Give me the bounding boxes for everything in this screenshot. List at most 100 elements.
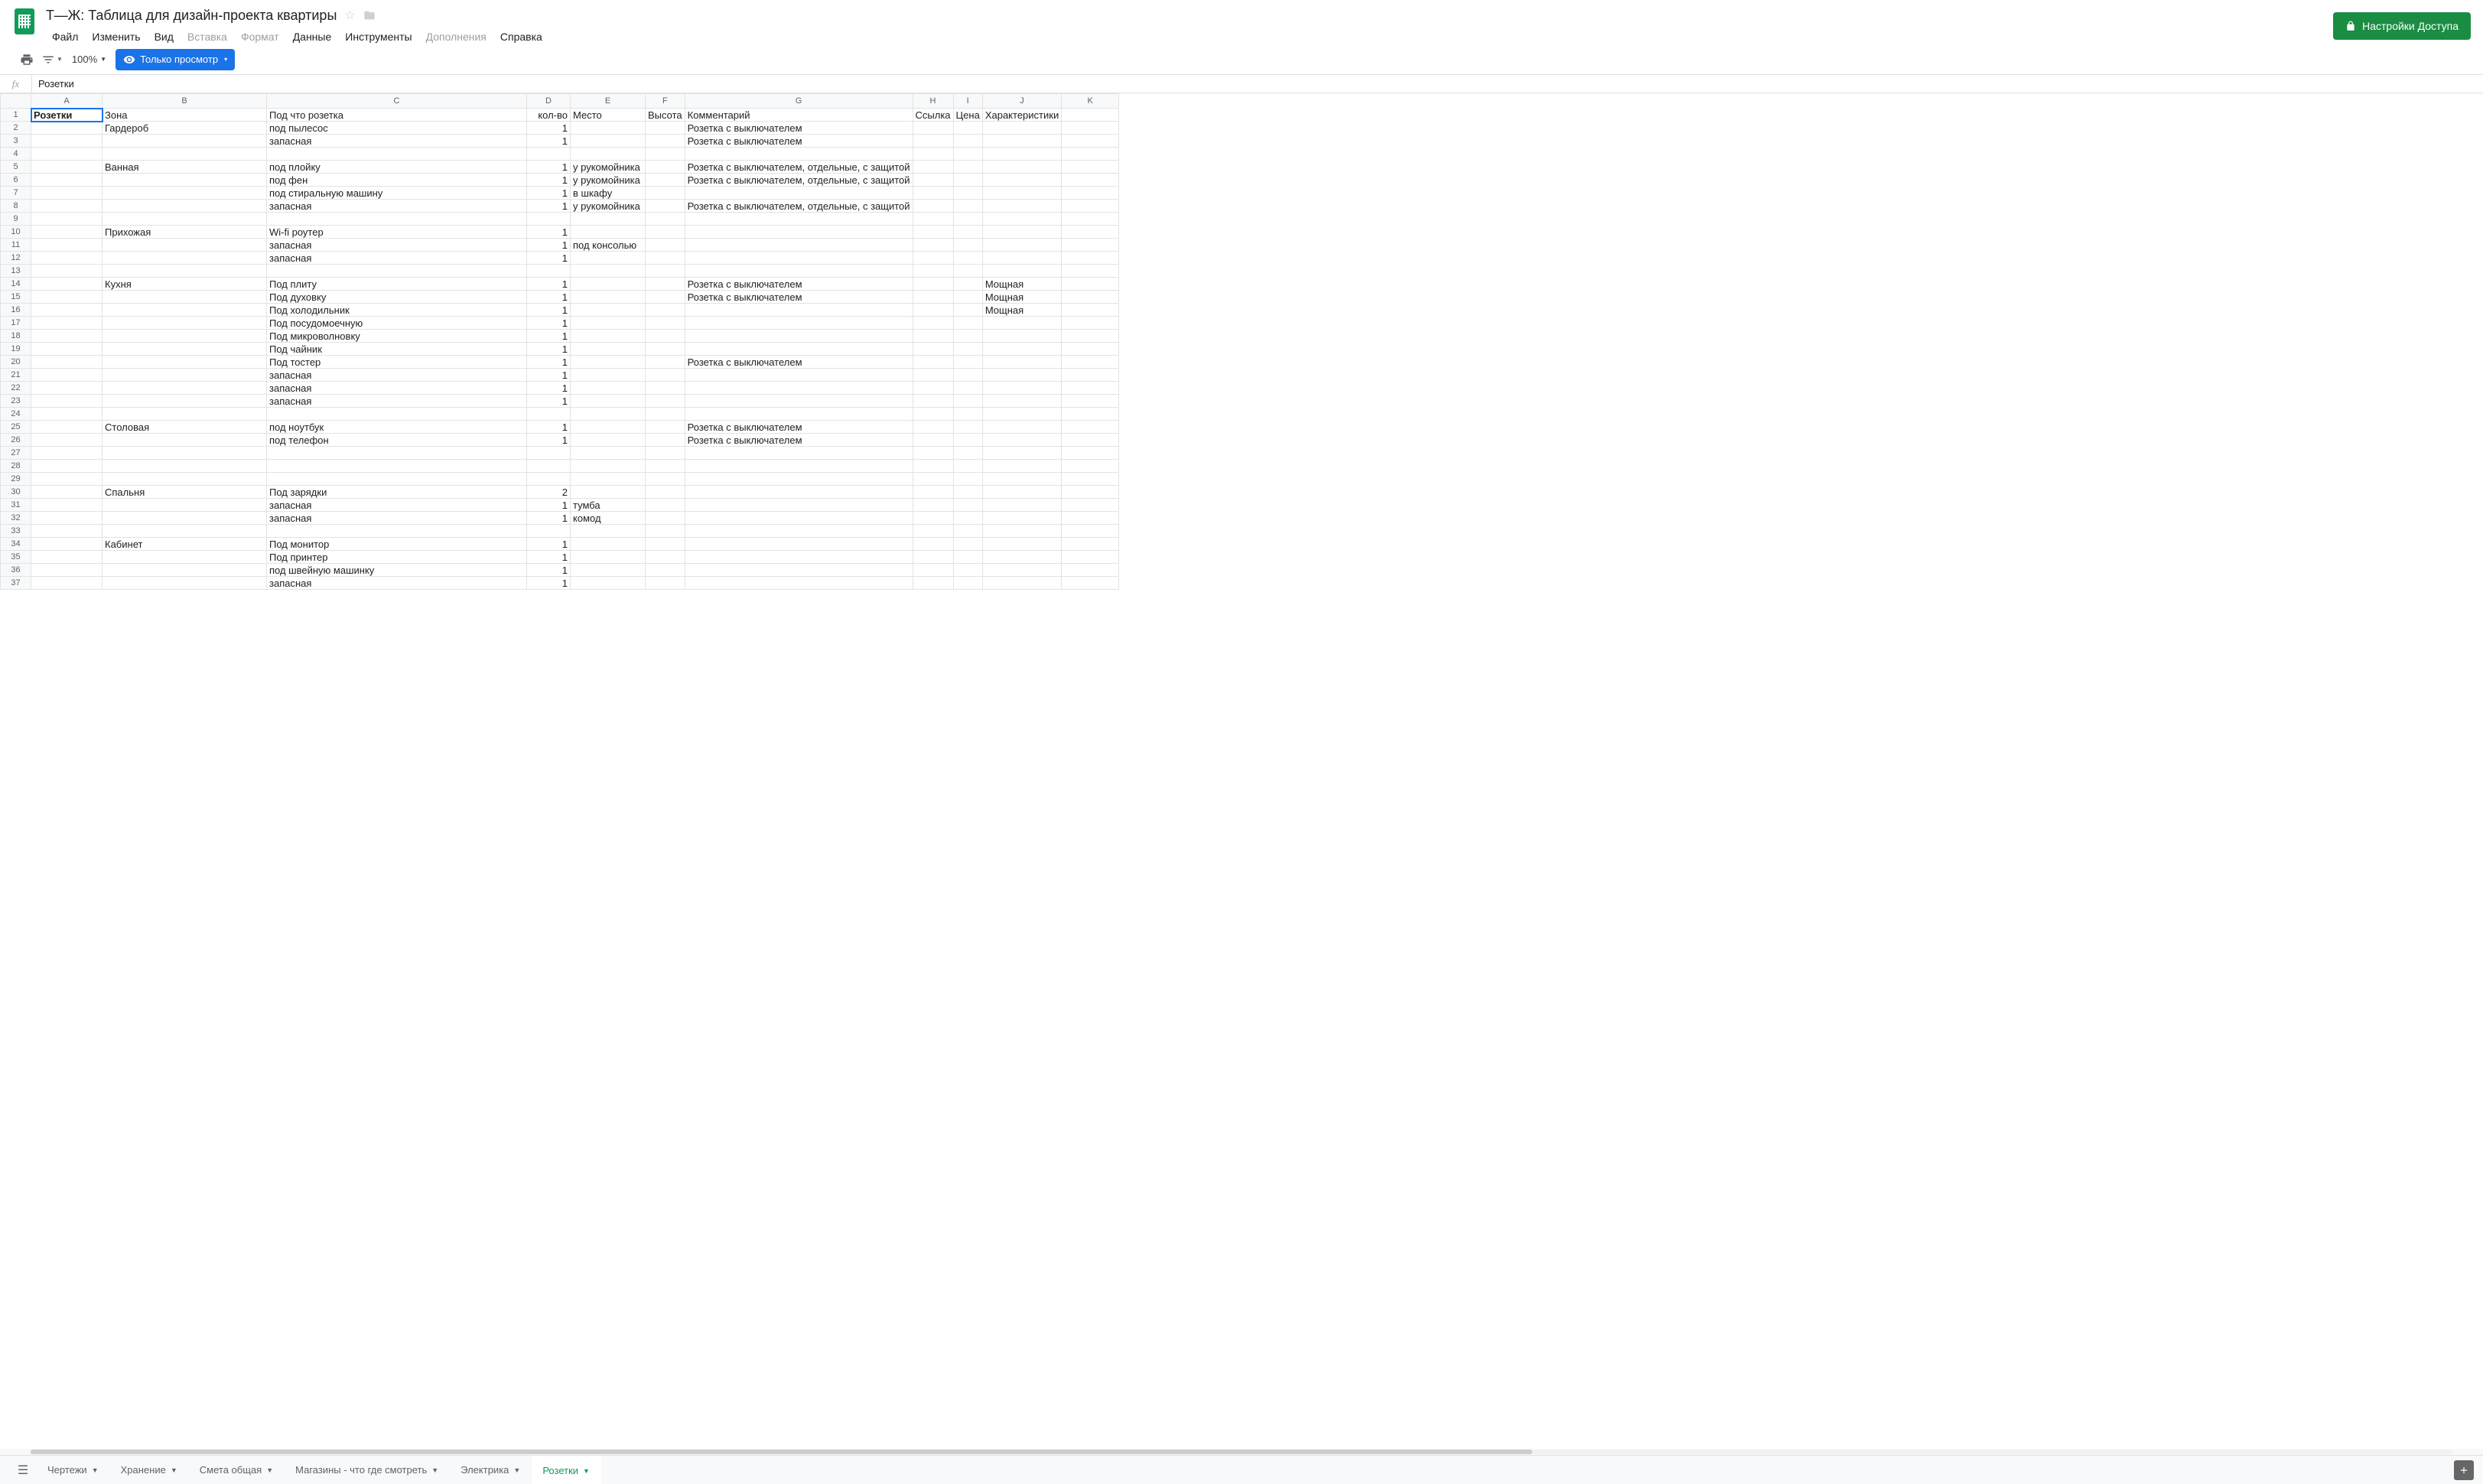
print-button[interactable] (17, 50, 37, 70)
cell-E6[interactable]: у рукомойника (571, 174, 646, 187)
cell-D11[interactable]: 1 (527, 239, 571, 252)
cell-K8[interactable] (1062, 200, 1119, 213)
cell-J6[interactable] (982, 174, 1061, 187)
cell-E33[interactable] (571, 525, 646, 538)
cell-H14[interactable] (913, 278, 953, 291)
cell-J22[interactable] (982, 382, 1061, 395)
cell-E10[interactable] (571, 226, 646, 239)
cell-E1[interactable]: Место (571, 109, 646, 122)
cell-D12[interactable]: 1 (527, 252, 571, 265)
spreadsheet-grid[interactable]: ABCDEFGHIJK1РозеткиЗонаПод что розеткако… (0, 93, 2483, 1449)
cell-K13[interactable] (1062, 265, 1119, 278)
row-header-10[interactable]: 10 (1, 226, 31, 239)
cell-K10[interactable] (1062, 226, 1119, 239)
cell-K26[interactable] (1062, 434, 1119, 447)
cell-C11[interactable]: запасная (267, 239, 527, 252)
cell-A19[interactable] (31, 343, 103, 356)
cell-G20[interactable]: Розетка с выключателем (685, 356, 913, 369)
row-header-12[interactable]: 12 (1, 252, 31, 265)
row-header-5[interactable]: 5 (1, 161, 31, 174)
cell-I34[interactable] (953, 538, 982, 551)
cell-H16[interactable] (913, 304, 953, 317)
cell-K3[interactable] (1062, 135, 1119, 148)
cell-E8[interactable]: у рукомойника (571, 200, 646, 213)
zoom-select[interactable]: 100% ▼ (67, 54, 111, 65)
cell-C15[interactable]: Под духовку (267, 291, 527, 304)
cell-B27[interactable] (103, 447, 267, 460)
row-header-18[interactable]: 18 (1, 330, 31, 343)
cell-D19[interactable]: 1 (527, 343, 571, 356)
row-header-28[interactable]: 28 (1, 460, 31, 473)
cell-G8[interactable]: Розетка с выключателем, отдельные, с защ… (685, 200, 913, 213)
cell-J5[interactable] (982, 161, 1061, 174)
cell-G6[interactable]: Розетка с выключателем, отдельные, с защ… (685, 174, 913, 187)
cell-A18[interactable] (31, 330, 103, 343)
cell-J14[interactable]: Мощная (982, 278, 1061, 291)
cell-G18[interactable] (685, 330, 913, 343)
cell-B14[interactable]: Кухня (103, 278, 267, 291)
cell-C18[interactable]: Под микроволновку (267, 330, 527, 343)
cell-A35[interactable] (31, 551, 103, 564)
cell-I32[interactable] (953, 512, 982, 525)
cell-J17[interactable] (982, 317, 1061, 330)
cell-C6[interactable]: под фен (267, 174, 527, 187)
cell-H37[interactable] (913, 577, 953, 590)
cell-A37[interactable] (31, 577, 103, 590)
cell-G12[interactable] (685, 252, 913, 265)
row-header-16[interactable]: 16 (1, 304, 31, 317)
cell-B1[interactable]: Зона (103, 109, 267, 122)
sheet-tab-0[interactable]: Чертежи▼ (37, 1456, 110, 1484)
col-header-J[interactable]: J (982, 94, 1061, 109)
cell-D20[interactable]: 1 (527, 356, 571, 369)
cell-I9[interactable] (953, 213, 982, 226)
menu-справка[interactable]: Справка (494, 29, 548, 44)
col-header-A[interactable]: A (31, 94, 103, 109)
select-all-corner[interactable] (1, 94, 31, 109)
cell-I8[interactable] (953, 200, 982, 213)
cell-J3[interactable] (982, 135, 1061, 148)
menu-изменить[interactable]: Изменить (86, 29, 146, 44)
cell-J9[interactable] (982, 213, 1061, 226)
row-header-9[interactable]: 9 (1, 213, 31, 226)
sheet-tab-5[interactable]: Розетки▼ (532, 1456, 601, 1484)
cell-E37[interactable] (571, 577, 646, 590)
cell-C10[interactable]: Wi-fi роутер (267, 226, 527, 239)
row-header-19[interactable]: 19 (1, 343, 31, 356)
cell-J13[interactable] (982, 265, 1061, 278)
filter-button[interactable]: ▼ (41, 50, 63, 70)
cell-A20[interactable] (31, 356, 103, 369)
cell-G15[interactable]: Розетка с выключателем (685, 291, 913, 304)
cell-J33[interactable] (982, 525, 1061, 538)
cell-G3[interactable]: Розетка с выключателем (685, 135, 913, 148)
cell-E24[interactable] (571, 408, 646, 421)
cell-I30[interactable] (953, 486, 982, 499)
cell-F24[interactable] (646, 408, 685, 421)
cell-B29[interactable] (103, 473, 267, 486)
cell-E32[interactable]: комод (571, 512, 646, 525)
cell-K17[interactable] (1062, 317, 1119, 330)
cell-A24[interactable] (31, 408, 103, 421)
cell-G22[interactable] (685, 382, 913, 395)
cell-B22[interactable] (103, 382, 267, 395)
cell-G35[interactable] (685, 551, 913, 564)
cell-E23[interactable] (571, 395, 646, 408)
cell-F11[interactable] (646, 239, 685, 252)
cell-K30[interactable] (1062, 486, 1119, 499)
cell-A23[interactable] (31, 395, 103, 408)
cell-G25[interactable]: Розетка с выключателем (685, 421, 913, 434)
sheet-tab-1[interactable]: Хранение▼ (110, 1456, 189, 1484)
cell-B7[interactable] (103, 187, 267, 200)
cell-I18[interactable] (953, 330, 982, 343)
cell-H3[interactable] (913, 135, 953, 148)
cell-H4[interactable] (913, 148, 953, 161)
cell-K29[interactable] (1062, 473, 1119, 486)
cell-B37[interactable] (103, 577, 267, 590)
cell-K5[interactable] (1062, 161, 1119, 174)
row-header-31[interactable]: 31 (1, 499, 31, 512)
cell-K36[interactable] (1062, 564, 1119, 577)
cell-B32[interactable] (103, 512, 267, 525)
cell-D33[interactable] (527, 525, 571, 538)
star-icon[interactable]: ☆ (344, 8, 355, 23)
cell-A14[interactable] (31, 278, 103, 291)
cell-B33[interactable] (103, 525, 267, 538)
